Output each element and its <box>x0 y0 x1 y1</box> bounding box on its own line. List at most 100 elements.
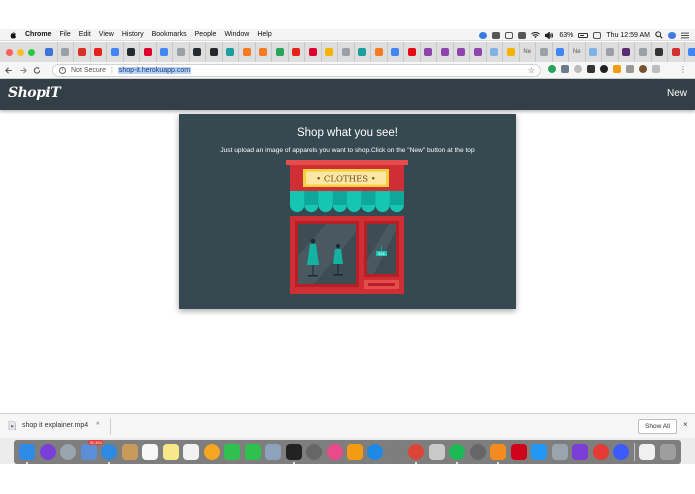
browser-tab[interactable] <box>487 42 503 62</box>
script-editor-icon[interactable] <box>428 444 445 460</box>
browser-tab[interactable] <box>157 42 173 62</box>
browser-tab[interactable] <box>140 42 157 62</box>
close-window-button[interactable] <box>6 48 13 56</box>
menu-bookmarks[interactable]: Bookmarks <box>152 31 187 38</box>
back-button[interactable] <box>2 66 16 75</box>
browser-tab[interactable] <box>454 42 470 62</box>
minimize-window-button[interactable] <box>17 48 24 56</box>
orange-extension-icon[interactable] <box>613 65 621 73</box>
download-item[interactable]: shop it explainer.mp4 ^ <box>8 421 99 430</box>
cloud-status-icon[interactable] <box>492 31 501 39</box>
address-bar[interactable]: i Not Secure | shop-it.herokuapp.com ☆ <box>52 64 541 77</box>
menu-people[interactable]: People <box>195 31 217 38</box>
browser-tab[interactable] <box>503 42 520 62</box>
downloads-stack-icon[interactable] <box>639 444 656 460</box>
close-download-shelf-button[interactable]: × <box>683 420 688 429</box>
share-extension-icon[interactable] <box>587 65 595 73</box>
messenger-status-icon[interactable] <box>479 31 488 39</box>
reminders-icon[interactable] <box>183 444 200 460</box>
browser-tab[interactable] <box>41 42 58 62</box>
browser-tab[interactable] <box>635 42 652 62</box>
sublime-icon[interactable] <box>490 444 507 464</box>
browser-tab[interactable] <box>322 42 338 62</box>
notes-icon[interactable] <box>162 444 179 460</box>
circle-arrow-icon[interactable] <box>531 444 548 460</box>
siri-icon[interactable] <box>39 444 56 460</box>
calendar-icon[interactable] <box>142 444 159 460</box>
browser-tab[interactable] <box>685 42 695 62</box>
fullscreen-window-button[interactable] <box>28 48 35 56</box>
download-options-chevron-icon[interactable]: ^ <box>96 422 99 429</box>
finder-icon[interactable] <box>19 444 36 464</box>
itunes-icon[interactable] <box>326 444 343 460</box>
browser-tab[interactable] <box>338 42 355 62</box>
apple-menu-icon[interactable] <box>9 31 17 39</box>
grammarly-extension-icon[interactable] <box>548 65 556 73</box>
reload-button[interactable] <box>30 66 44 75</box>
safari-icon[interactable] <box>101 444 118 464</box>
user-status-icon[interactable] <box>668 31 676 39</box>
menu-bar-clock[interactable]: Thu 12:59 AM <box>606 32 650 39</box>
browser-tab[interactable] <box>470 42 487 62</box>
profile-avatar[interactable] <box>639 65 647 73</box>
extension-icon[interactable] <box>561 65 569 73</box>
sync-status-icon[interactable] <box>505 31 514 39</box>
launchpad-icon[interactable] <box>60 444 77 460</box>
red-diamond-icon[interactable] <box>510 444 527 460</box>
new-button[interactable]: New <box>667 88 687 99</box>
bluetooth-status-icon[interactable] <box>518 31 527 39</box>
spotlight-search-icon[interactable] <box>655 31 663 39</box>
browser-tab[interactable] <box>223 42 239 62</box>
forward-button[interactable] <box>16 66 30 75</box>
mail-icon[interactable]: 30,394 <box>80 440 103 460</box>
system-prefs-icon[interactable] <box>387 444 404 460</box>
pocket-extension-icon[interactable] <box>600 65 608 73</box>
trash-icon[interactable] <box>659 444 676 460</box>
spotify-icon[interactable] <box>449 444 466 464</box>
brand-logo[interactable]: ShopiT <box>8 85 61 101</box>
browser-tab[interactable] <box>437 42 454 62</box>
browser-tab[interactable] <box>74 42 91 62</box>
battery-icon[interactable] <box>578 32 589 38</box>
browser-tab[interactable] <box>272 42 289 62</box>
menu-file[interactable]: File <box>59 31 70 38</box>
books-icon[interactable] <box>346 444 363 460</box>
address-url[interactable]: shop-it.herokuapp.com <box>117 67 192 74</box>
browser-tab[interactable] <box>206 42 223 62</box>
menu-history[interactable]: History <box>122 31 144 38</box>
search-app-icon[interactable] <box>613 444 630 460</box>
browser-tab-label[interactable]: Ne <box>569 42 586 62</box>
tools-icon[interactable] <box>551 444 568 460</box>
show-all-downloads-button[interactable]: Show All <box>638 419 677 434</box>
browser-tab[interactable] <box>107 42 124 62</box>
browser-tab[interactable] <box>91 42 107 62</box>
browser-tab[interactable] <box>602 42 619 62</box>
wifi-icon[interactable] <box>531 31 541 39</box>
menu-app-name[interactable]: Chrome <box>25 31 51 38</box>
cloud-extension-icon[interactable] <box>574 65 582 73</box>
preview-icon[interactable] <box>265 444 282 460</box>
chrome-menu-icon[interactable]: ⋮ <box>679 65 687 74</box>
volume-icon[interactable] <box>545 31 554 39</box>
gray-extension-icon[interactable] <box>626 65 634 73</box>
browser-tab[interactable] <box>256 42 272 62</box>
browser-tab[interactable] <box>239 42 256 62</box>
browser-tab[interactable] <box>619 42 635 62</box>
star-icon[interactable] <box>572 444 589 460</box>
browser-tab[interactable] <box>404 42 421 62</box>
browser-tab[interactable] <box>553 42 569 62</box>
terminal-icon[interactable] <box>285 444 302 464</box>
photos-icon[interactable] <box>203 444 220 460</box>
browser-tab[interactable] <box>173 42 190 62</box>
browser-tab-label[interactable]: Ne <box>520 42 536 62</box>
browser-tab[interactable] <box>421 42 437 62</box>
menu-edit[interactable]: Edit <box>79 31 91 38</box>
site-info-icon[interactable]: i <box>59 67 66 74</box>
bookmark-star-icon[interactable]: ☆ <box>528 66 535 75</box>
record-icon[interactable] <box>592 444 609 460</box>
browser-tab[interactable] <box>652 42 668 62</box>
browser-tab[interactable] <box>536 42 553 62</box>
browser-tab[interactable] <box>289 42 305 62</box>
menu-window[interactable]: Window <box>224 31 249 38</box>
browser-tab[interactable] <box>668 42 685 62</box>
